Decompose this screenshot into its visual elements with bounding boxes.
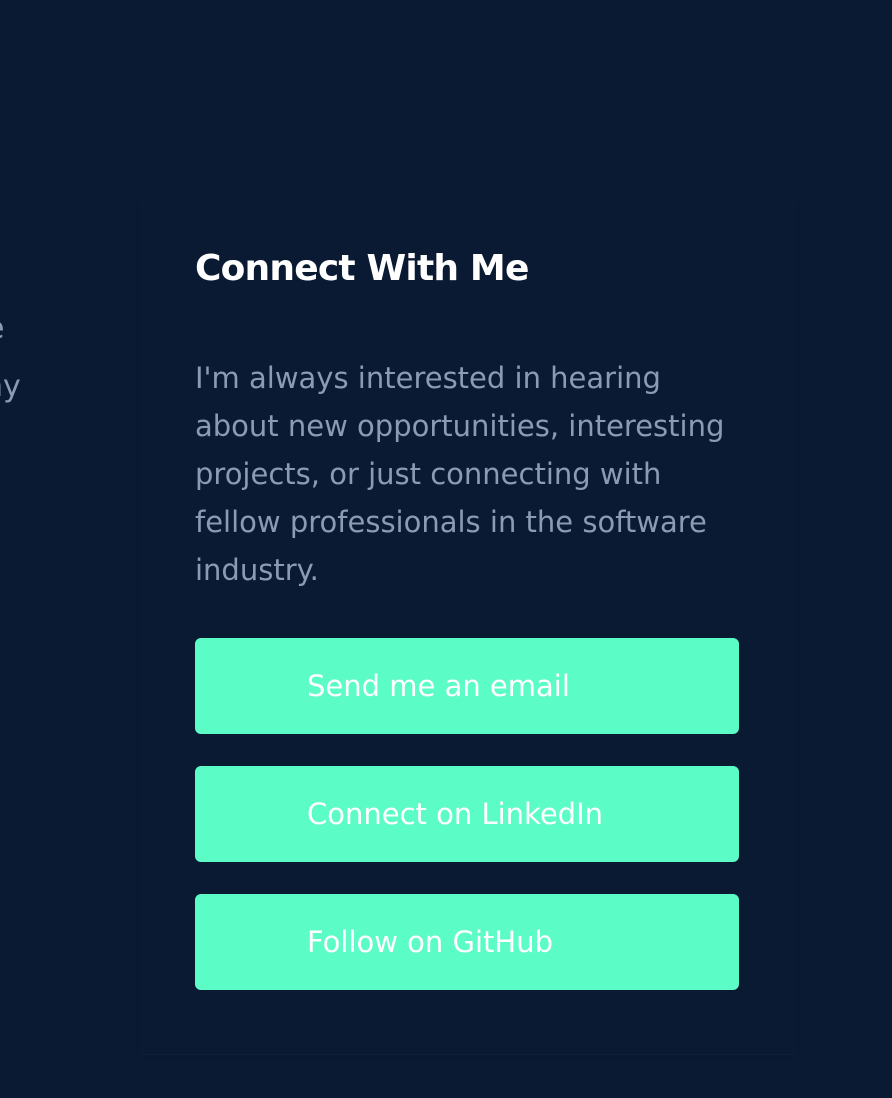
send-email-button[interactable]: Send me an email (195, 638, 739, 734)
connect-section: Connect With Me I'm always interested in… (140, 200, 796, 1055)
left-fragment-line-2: ny (0, 369, 21, 404)
send-email-button-label: Send me an email (307, 669, 570, 703)
contact-button-list: Send me an email Connect on LinkedIn Fol… (195, 638, 739, 1022)
github-button-label: Follow on GitHub (307, 925, 554, 959)
left-fragment-line-1: e (0, 300, 21, 358)
connect-title: Connect With Me (195, 248, 529, 289)
page: e ny Connect With Me I'm always interest… (0, 0, 892, 1098)
left-column-text-fragment: e ny (0, 300, 21, 416)
github-button[interactable]: Follow on GitHub (195, 894, 739, 990)
connect-description: I'm always interested in hearing about n… (195, 361, 725, 587)
linkedin-button-label: Connect on LinkedIn (307, 797, 604, 831)
linkedin-button[interactable]: Connect on LinkedIn (195, 766, 739, 862)
